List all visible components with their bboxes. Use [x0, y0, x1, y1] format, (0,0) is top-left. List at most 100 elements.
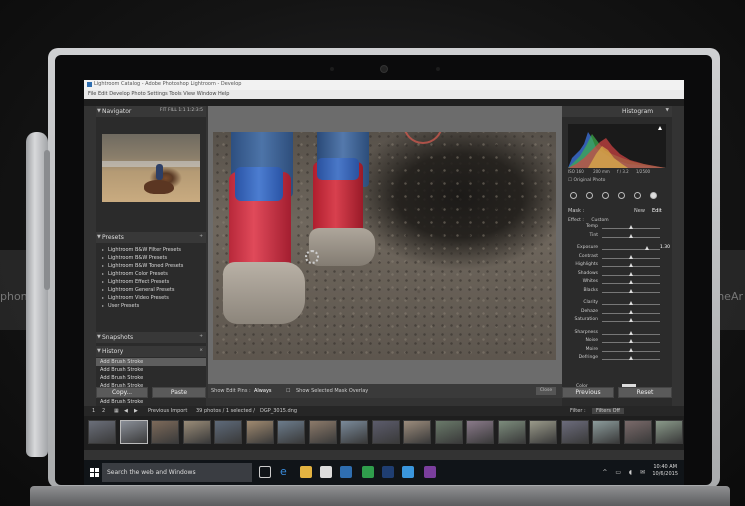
slider-contrast[interactable]: Contrast	[562, 254, 672, 263]
windows-start-icon[interactable]	[90, 468, 99, 477]
copy-button[interactable]: Copy...	[96, 387, 148, 398]
filter-select[interactable]: Filters Off	[592, 408, 624, 414]
add-snapshot-icon[interactable]: +	[199, 334, 203, 339]
slider-temp[interactable]: Temp	[562, 224, 672, 233]
filmstrip-thumbnail[interactable]	[308, 420, 337, 444]
page-2-button[interactable]: 2	[102, 408, 105, 414]
adjustment-brush-icon[interactable]	[650, 192, 657, 199]
preset-folder[interactable]: Lightroom Video Presets	[96, 294, 206, 302]
close-button[interactable]: Close	[536, 387, 556, 395]
filmstrip-thumbnail[interactable]	[151, 420, 179, 444]
clear-history-icon[interactable]: ×	[199, 348, 203, 353]
slider-highlights[interactable]: Highlights	[562, 262, 672, 271]
preset-folder[interactable]: User Presets	[96, 302, 206, 310]
filmstrip-thumbnail[interactable]	[182, 420, 211, 444]
system-tray-icons[interactable]: ^ ▭ ◖ ✉	[602, 469, 648, 476]
slider-blacks[interactable]: Blacks	[562, 288, 672, 297]
slider-track[interactable]	[602, 249, 660, 250]
slider-noise[interactable]: Noise	[562, 338, 672, 347]
navigator-header[interactable]: ▼ Navigator FIT FILL 1:1 1:2:3:5	[96, 106, 206, 117]
slider-knob[interactable]	[628, 318, 633, 322]
slider-whites[interactable]: Whites	[562, 279, 672, 288]
slider-knob[interactable]	[628, 347, 633, 352]
filmstrip-thumbnail[interactable]	[214, 420, 242, 444]
slider-sharpness[interactable]: Sharpness	[562, 330, 672, 339]
preset-folder[interactable]: Lightroom B&W Presets	[96, 254, 206, 262]
slider-dehaze[interactable]: Dehaze	[562, 309, 672, 318]
filmstrip-thumbnail[interactable]	[340, 420, 368, 444]
filmstrip-thumbnail[interactable]	[403, 420, 431, 444]
filmstrip-thumbnail[interactable]	[592, 420, 620, 444]
back-arrow-icon[interactable]: ◀	[124, 408, 128, 414]
slider-tint[interactable]: Tint	[562, 233, 672, 242]
store-icon[interactable]	[320, 466, 332, 478]
history-step[interactable]: Add Brush Stroke	[96, 374, 206, 382]
filmstrip-thumbnail[interactable]	[245, 420, 274, 444]
slider-knob[interactable]	[644, 246, 649, 250]
preset-folder[interactable]: Lightroom B&W Filter Presets	[96, 246, 206, 254]
slider-moire[interactable]: Moire	[562, 347, 672, 356]
grid-view-icon[interactable]: ▦	[114, 408, 119, 414]
spot-removal-icon[interactable]	[586, 192, 593, 199]
snapshots-header[interactable]: ▼ Snapshots +	[96, 332, 206, 343]
collapse-triangle-icon[interactable]: ▼	[97, 108, 101, 114]
effect-row[interactable]: Effect : Custom	[568, 218, 609, 223]
filmstrip-thumbnail[interactable]	[434, 420, 463, 444]
menu-bar[interactable]: File Edit Develop Photo Settings Tools V…	[84, 90, 684, 99]
histogram-header[interactable]: Histogram ▼	[562, 106, 672, 117]
red-eye-icon[interactable]	[602, 192, 609, 199]
collapse-triangle-icon[interactable]: ▼	[666, 108, 669, 113]
mask-edit-button[interactable]: Edit	[652, 208, 662, 214]
filmstrip-thumbnail[interactable]	[529, 420, 557, 444]
photoshop-icon[interactable]	[382, 466, 394, 478]
navigator-zoom-options[interactable]: FIT FILL 1:1 1:2:3:5	[160, 108, 203, 113]
history-step[interactable]: Add Brush Stroke	[96, 398, 206, 406]
slider-readout[interactable]: 1.30	[660, 245, 670, 250]
slider-knob[interactable]	[628, 301, 633, 305]
slider-exposure[interactable]: Exposure 1.30	[562, 245, 672, 254]
onenote-icon[interactable]	[424, 466, 436, 478]
taskbar-clock[interactable]: 10:40 AM 10/6/2015	[652, 464, 678, 478]
filmstrip-thumbnail[interactable]	[655, 420, 683, 444]
page-1-button[interactable]: 1	[92, 408, 95, 414]
slider-knob[interactable]	[628, 225, 633, 229]
show-edit-pins-select[interactable]: Always	[254, 388, 272, 394]
add-preset-icon[interactable]: +	[199, 234, 203, 239]
slider-clarity[interactable]: Clarity	[562, 300, 672, 309]
previous-button[interactable]: Previous	[562, 387, 614, 398]
excel-icon[interactable]	[362, 466, 374, 478]
histogram-graph[interactable]	[568, 124, 666, 168]
slider-knob[interactable]	[628, 288, 633, 293]
menu-items[interactable]: File Edit Develop Photo Settings Tools V…	[88, 91, 229, 97]
forward-arrow-icon[interactable]: ▶	[134, 408, 138, 414]
crop-tool-icon[interactable]	[570, 192, 577, 199]
taskbar-search[interactable]: Search the web and Windows	[102, 463, 252, 482]
history-step[interactable]: Add Brush Stroke	[96, 366, 206, 374]
source-previous-import[interactable]: Previous Import	[148, 408, 187, 414]
collapse-triangle-icon[interactable]: ▼	[97, 234, 101, 240]
slider-knob[interactable]	[628, 233, 633, 238]
graduated-filter-icon[interactable]	[618, 192, 625, 199]
history-step[interactable]: Add Brush Stroke	[96, 358, 206, 366]
slider-knob[interactable]	[628, 339, 633, 343]
lightroom-taskbar-icon[interactable]	[340, 466, 352, 478]
filmstrip-thumbnail[interactable]	[560, 420, 589, 444]
preset-folder[interactable]: Lightroom B&W Toned Presets	[96, 262, 206, 270]
preset-folder[interactable]: Lightroom Color Presets	[96, 270, 206, 278]
slider-knob[interactable]	[628, 254, 633, 259]
mask-overlay-checkbox[interactable]: ☐	[286, 388, 290, 394]
collapse-triangle-icon[interactable]: ▼	[97, 334, 101, 340]
filmstrip-thumbnail[interactable]	[623, 420, 652, 444]
slider-knob[interactable]	[628, 263, 633, 267]
filmstrip-thumbnail[interactable]	[88, 420, 116, 444]
slider-saturation[interactable]: Saturation	[562, 317, 672, 326]
slider-knob[interactable]	[628, 356, 633, 360]
main-photo[interactable]	[213, 132, 556, 360]
photos-app-icon[interactable]	[402, 466, 414, 478]
slider-knob[interactable]	[628, 280, 633, 284]
filmstrip-thumbnail[interactable]	[277, 420, 305, 444]
preset-folder[interactable]: Lightroom General Presets	[96, 286, 206, 294]
effect-select[interactable]: Custom	[591, 218, 608, 223]
filmstrip-thumbnail[interactable]	[497, 420, 526, 444]
filmstrip-thumbnail[interactable]	[371, 420, 400, 444]
